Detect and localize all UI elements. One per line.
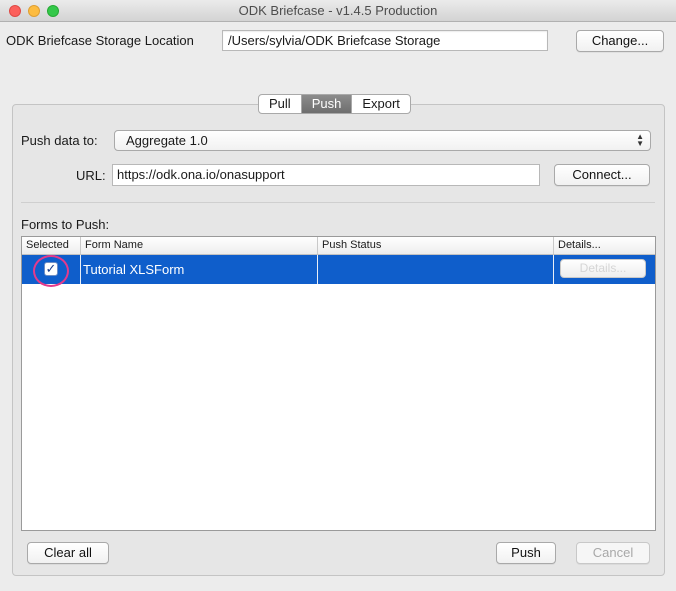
url-label: URL: [76, 168, 106, 183]
select-arrows-icon: ▲ ▼ [636, 132, 644, 148]
push-to-label: Push data to: [21, 133, 98, 148]
table-header: Selected Form Name Push Status Details..… [22, 237, 655, 255]
window-titlebar: ODK Briefcase - v1.4.5 Production [0, 0, 676, 22]
table-row[interactable]: ✓ Tutorial XLSForm Details... [22, 255, 655, 287]
tab-export[interactable]: Export [352, 95, 410, 113]
tab-pull[interactable]: Pull [259, 95, 302, 113]
storage-location-label: ODK Briefcase Storage Location [6, 33, 194, 48]
column-header-form-name[interactable]: Form Name [81, 237, 318, 254]
selected-cell: ✓ [22, 255, 81, 287]
maximize-window-icon[interactable] [47, 5, 59, 17]
column-header-details[interactable]: Details... [554, 237, 655, 254]
minimize-window-icon[interactable] [28, 5, 40, 17]
form-name-cell: Tutorial XLSForm [81, 255, 318, 284]
tab-bar: Pull Push Export [258, 94, 411, 114]
forms-table: Selected Form Name Push Status Details..… [21, 236, 656, 531]
highlight-circle-annotation [33, 255, 69, 287]
separator [21, 202, 655, 203]
tab-push[interactable]: Push [301, 95, 353, 113]
push-status-cell [318, 255, 554, 284]
push-button[interactable]: Push [496, 542, 556, 564]
storage-location-field[interactable]: /Users/sylvia/ODK Briefcase Storage [222, 30, 548, 51]
connect-button[interactable]: Connect... [554, 164, 650, 186]
change-storage-button[interactable]: Change... [576, 30, 664, 52]
clear-all-button[interactable]: Clear all [27, 542, 109, 564]
details-button: Details... [560, 259, 646, 278]
column-header-selected[interactable]: Selected [22, 237, 81, 254]
window-title: ODK Briefcase - v1.4.5 Production [238, 3, 438, 18]
close-window-icon[interactable] [9, 5, 21, 17]
url-input[interactable]: https://odk.ona.io/onasupport [112, 164, 540, 186]
column-header-push-status[interactable]: Push Status [318, 237, 554, 254]
push-to-value: Aggregate 1.0 [126, 133, 208, 148]
cancel-button: Cancel [576, 542, 650, 564]
push-to-select[interactable]: Aggregate 1.0 ▲ ▼ [114, 130, 651, 151]
forms-to-push-label: Forms to Push: [21, 217, 110, 232]
